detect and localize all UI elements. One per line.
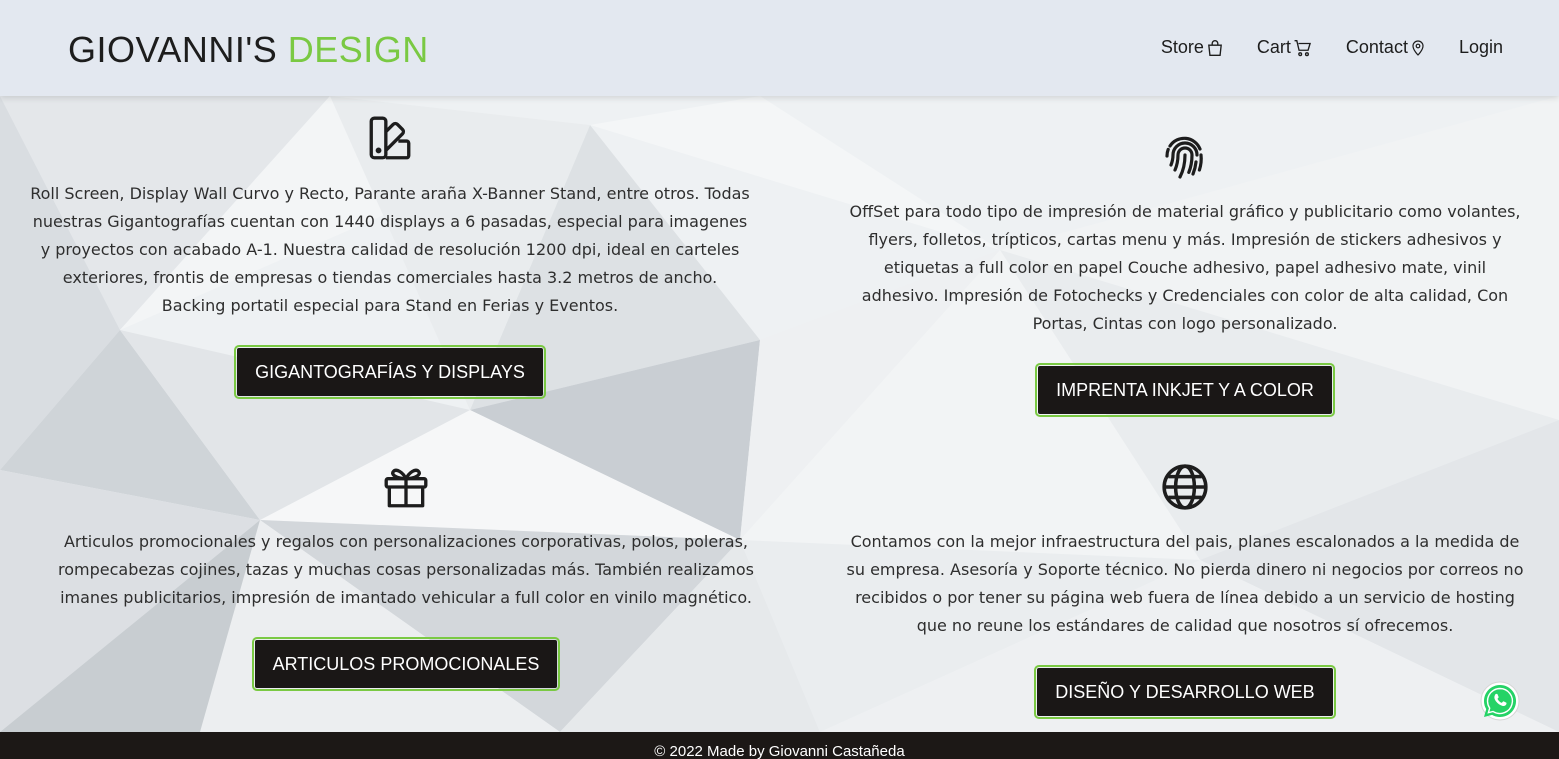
service-card-promocionales: Articulos promocionales y regalos con pe… — [55, 462, 757, 691]
nav-login-label: Login — [1458, 37, 1503, 57]
swatchbook-icon — [369, 116, 411, 160]
service-description: OffSet para todo tipo de impresión de ma… — [849, 202, 1521, 333]
nav-cart[interactable]: Cart — [1257, 37, 1313, 58]
nav-contact-label: Contact — [1345, 37, 1408, 57]
gift-icon — [384, 468, 428, 508]
imprenta-button[interactable]: IMPRENTA INKJET Y A COLOR — [1035, 363, 1335, 417]
nav-login[interactable]: Login — [1459, 37, 1503, 58]
web-design-button[interactable]: DISEÑO Y DESARROLLO WEB — [1034, 665, 1336, 719]
nav-cart-label: Cart — [1256, 37, 1291, 57]
service-card-gigantografias: Roll Screen, Display Wall Curvo y Recto,… — [30, 114, 750, 399]
service-description: Contamos con la mejor infraestructura de… — [846, 532, 1524, 635]
service-card-web: Contamos con la mejor infraestructura de… — [845, 462, 1525, 719]
map-pin-icon — [1412, 39, 1424, 56]
globe-icon — [1162, 464, 1208, 510]
main-nav: Store Cart Contact Login — [1161, 37, 1503, 58]
gigantografias-button[interactable]: GIGANTOGRAFÍAS Y DISPLAYS — [234, 345, 546, 399]
footer-copyright: © 2022 Made by Giovanni Castañeda — [654, 743, 905, 759]
whatsapp-icon — [1480, 681, 1520, 721]
service-description: Articulos promocionales y regalos con pe… — [58, 532, 754, 607]
service-description: Roll Screen, Display Wall Curvo y Recto,… — [30, 184, 750, 315]
site-footer: © 2022 Made by Giovanni Castañeda — [0, 732, 1559, 759]
nav-store-label: Store — [1160, 37, 1204, 57]
fingerprint-icon — [1165, 136, 1203, 179]
whatsapp-button[interactable] — [1478, 679, 1522, 723]
brand-accent: DESIGN — [287, 29, 429, 70]
service-card-imprenta: OffSet para todo tipo de impresión de ma… — [845, 130, 1525, 417]
nav-contact[interactable]: Contact — [1346, 37, 1426, 58]
shopping-bag-icon — [1207, 39, 1222, 56]
promocionales-button[interactable]: ARTICULOS PROMOCIONALES — [251, 637, 561, 691]
brand-logo[interactable]: GIOVANNI'S DESIGN — [68, 29, 429, 71]
site-header: GIOVANNI'S DESIGN Store Cart Contact Log… — [0, 0, 1559, 96]
brand-main: GIOVANNI'S — [68, 29, 278, 70]
nav-store[interactable]: Store — [1161, 37, 1224, 58]
shopping-cart-icon — [1294, 39, 1311, 56]
